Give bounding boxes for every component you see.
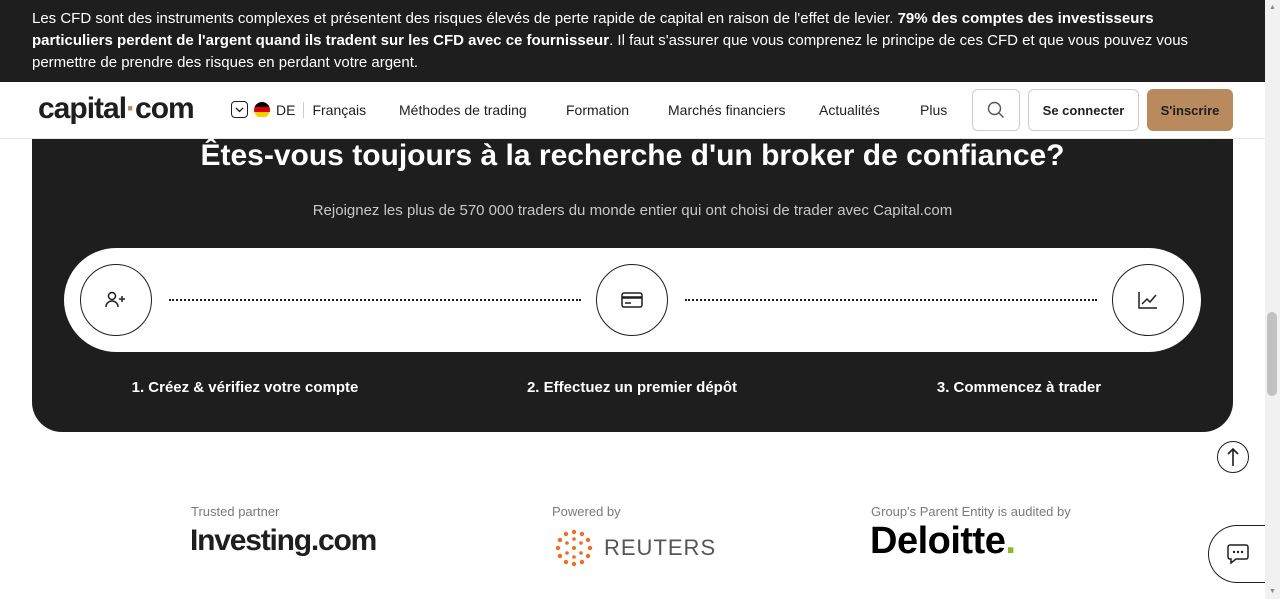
scroll-down-arrow-icon[interactable]: ▼ [1269, 588, 1276, 595]
partner-caption: Group's Parent Entity is audited by [871, 504, 1071, 519]
nav-trading-methods[interactable]: Méthodes de trading [399, 102, 527, 118]
step-2-label: 2. Effectuez un premier dépôt [526, 379, 738, 396]
chevron-down-icon[interactable] [231, 101, 248, 118]
steps-track [64, 248, 1201, 352]
reuters-dots-icon [555, 529, 593, 567]
add-user-icon [105, 291, 125, 308]
scrollbar-thumb[interactable] [1267, 312, 1277, 396]
reuters-logo: REUTERS [552, 528, 716, 568]
step-2-circle [596, 264, 668, 336]
deloitte-logo: Deloitte. [870, 520, 1016, 562]
partner-caption: Powered by [552, 504, 621, 519]
nav-news[interactable]: Actualités [819, 102, 880, 118]
capital-logo[interactable]: capital·com [38, 92, 195, 126]
nav-education[interactable]: Formation [566, 102, 629, 118]
search-button[interactable] [972, 89, 1020, 131]
scroll-to-top-button[interactable] [1217, 441, 1249, 473]
scroll-up-arrow-icon[interactable]: ▲ [1269, 4, 1276, 11]
login-button[interactable]: Se connecter [1028, 89, 1139, 131]
chat-icon [1227, 544, 1249, 564]
signup-cta-section: Êtes-vous toujours à la recherche d'un b… [32, 139, 1233, 432]
progress-dots [685, 299, 1097, 301]
signup-button[interactable]: S'inscrire [1147, 89, 1233, 131]
divider [303, 101, 305, 118]
search-icon [987, 101, 1004, 118]
credit-card-icon [621, 292, 643, 308]
cta-title: Êtes-vous toujours à la recherche d'un b… [200, 139, 1065, 172]
deloitte-green-dot: . [1005, 520, 1016, 562]
page-scrollbar[interactable]: ▲ ▼ [1265, 0, 1280, 599]
step-3-label: 3. Commencez à trader [936, 379, 1102, 396]
arrow-up-icon [1227, 447, 1239, 466]
risk-warning-banner: Les CFD sont des instruments complexes e… [0, 0, 1265, 82]
partner-caption: Trusted partner [191, 504, 280, 519]
cta-subtitle: Rejoignez les plus de 570 000 traders du… [312, 202, 953, 219]
investing-logo: Investing.com [190, 524, 377, 557]
chart-icon [1138, 292, 1157, 309]
step-1-circle [80, 264, 152, 336]
chat-button[interactable] [1208, 525, 1268, 583]
germany-flag-icon [254, 101, 270, 118]
nav-markets[interactable]: Marchés financiers [668, 102, 786, 118]
nav-more[interactable]: Plus [920, 102, 947, 118]
reuters-wordmark: REUTERS [604, 535, 717, 560]
country-code: DE [276, 101, 296, 118]
step-3-circle [1112, 264, 1184, 336]
risk-text-1: Les CFD sont des instruments complexes e… [32, 10, 898, 27]
progress-dots [169, 299, 581, 301]
top-navigation: capital·com DE Français Méthodes de trad… [0, 82, 1265, 139]
step-1-label: 1. Créez & vérifiez votre compte [131, 379, 359, 396]
language-label[interactable]: Français [312, 102, 366, 118]
language-selector[interactable]: DE Français [231, 101, 366, 118]
